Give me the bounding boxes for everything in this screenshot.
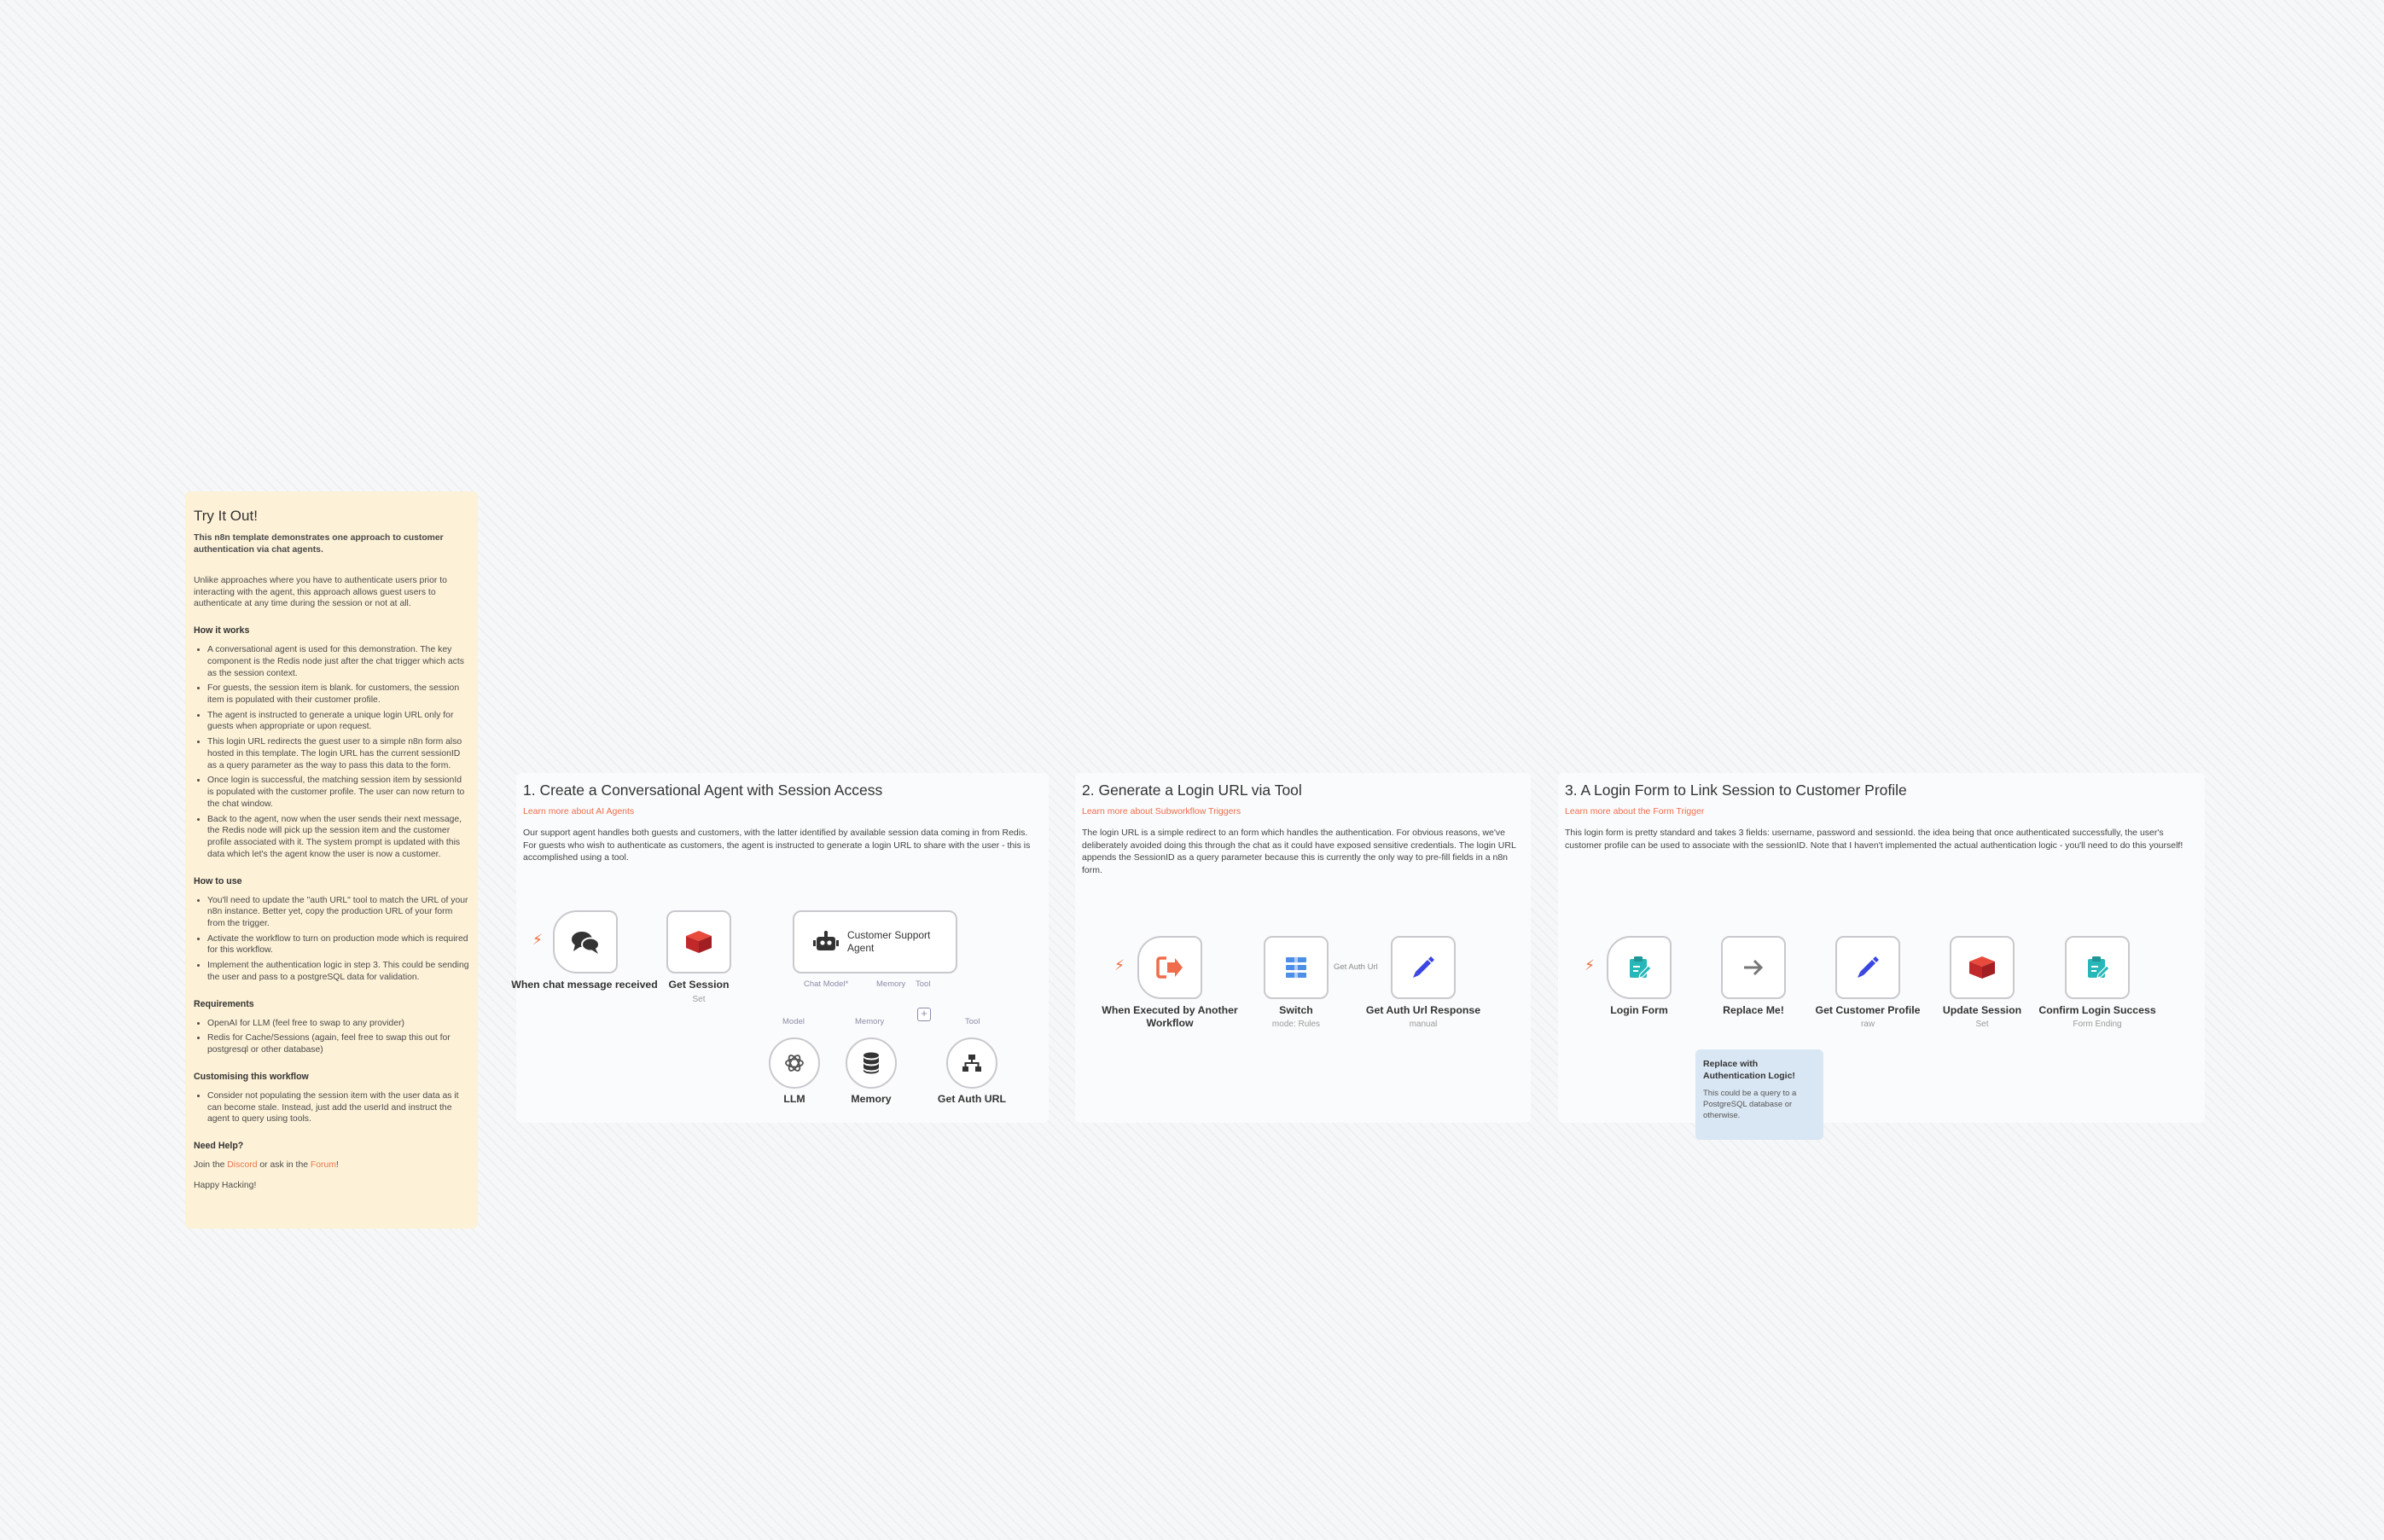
customising-list: Consider not populating the session item… xyxy=(194,1090,469,1125)
replace-me-node[interactable] xyxy=(1721,936,1786,999)
section-description: The login URL is a simple redirect to an… xyxy=(1082,828,1516,876)
update-session-node[interactable] xyxy=(1950,936,2015,999)
help-prefix: Join the xyxy=(194,1159,228,1170)
how-it-works-list: A conversational agent is used for this … xyxy=(194,644,469,860)
node-label: Get Session xyxy=(668,979,730,991)
how-to-use-list: You'll need to update the "auth URL" too… xyxy=(194,895,469,984)
auth-response-node[interactable] xyxy=(1391,936,1456,999)
database-icon xyxy=(863,1052,879,1074)
form-icon xyxy=(1630,956,1652,979)
login-form-node[interactable] xyxy=(1607,936,1672,999)
learn-more-link[interactable]: Learn more about Subworkflow Triggers xyxy=(1082,806,1524,816)
help-mid: or ask in the xyxy=(257,1159,311,1170)
list-item: The agent is instructed to generate a un… xyxy=(207,710,469,733)
note-intro: Unlike approaches where you have to auth… xyxy=(194,575,447,609)
list-item: For guests, the session item is blank. f… xyxy=(207,683,469,706)
get-session-node[interactable] xyxy=(666,910,731,973)
memory-node[interactable] xyxy=(846,1037,897,1089)
trigger-bolt-icon: ⚡︎ xyxy=(1584,957,1595,973)
need-help-heading: Need Help? xyxy=(194,1141,244,1152)
list-item: Consider not populating the session item… xyxy=(207,1090,469,1125)
port-label: Tool xyxy=(916,979,931,989)
list-item: Once login is successful, the matching s… xyxy=(207,775,469,810)
node-subtitle: mode: Rules xyxy=(1271,1020,1321,1029)
pencil-icon xyxy=(1858,956,1879,978)
chat-trigger-node[interactable] xyxy=(553,910,618,973)
requirements-list: OpenAI for LLM (feel free to swap to any… xyxy=(194,1018,469,1056)
try-it-out-note[interactable]: Try It Out! This n8n template demonstrat… xyxy=(185,491,478,1229)
customer-support-agent-node[interactable]: Customer Support Agent xyxy=(793,910,957,973)
pencil-icon xyxy=(1413,956,1434,978)
forum-link[interactable]: Forum xyxy=(311,1160,336,1170)
list-item: This login URL redirects the guest user … xyxy=(207,736,469,771)
list-item: Redis for Cache/Sessions (again, feel fr… xyxy=(207,1032,469,1055)
llm-node[interactable] xyxy=(769,1037,820,1089)
replace-auth-logic-note[interactable]: Replace with Authentication Logic! This … xyxy=(1695,1049,1823,1140)
discord-link[interactable]: Discord xyxy=(227,1160,257,1170)
node-label: Get Auth URL xyxy=(937,1093,1007,1105)
node-label: Get Auth Url Response xyxy=(1365,1004,1481,1016)
robot-icon xyxy=(813,931,839,950)
sitemap-icon xyxy=(962,1055,981,1072)
get-auth-url-node[interactable] xyxy=(946,1037,997,1089)
list-item: Back to the agent, now when the user sen… xyxy=(207,814,469,861)
note-title: Try It Out! xyxy=(194,508,258,524)
list-item: You'll need to update the "auth URL" too… xyxy=(207,895,469,930)
switch-node[interactable] xyxy=(1264,936,1329,999)
redis-icon xyxy=(1969,956,1995,979)
list-item: A conversational agent is used for this … xyxy=(207,644,469,679)
list-item: OpenAI for LLM (feel free to swap to any… xyxy=(207,1018,469,1030)
help-suffix: ! xyxy=(335,1159,339,1170)
section-description: This login form is pretty standard and t… xyxy=(1565,828,2183,851)
node-label: Customer Support Agent xyxy=(847,929,931,954)
form-icon xyxy=(2088,956,2110,979)
execute-workflow-trigger-node[interactable] xyxy=(1137,936,1202,999)
node-label: Confirm Login Success xyxy=(2038,1004,2156,1016)
openai-icon xyxy=(785,1055,804,1072)
arrow-right-icon xyxy=(1744,959,1764,976)
section-title: 3. A Login Form to Link Session to Custo… xyxy=(1565,782,1907,799)
edge-label: Get Auth Url xyxy=(1332,962,1380,972)
trigger-bolt-icon: ⚡︎ xyxy=(1114,957,1125,973)
note-title: Replace with Authentication Logic! xyxy=(1703,1059,1795,1082)
get-customer-profile-node[interactable] xyxy=(1835,936,1900,999)
list-item: Implement the authentication logic in st… xyxy=(207,960,469,983)
redis-icon xyxy=(686,931,712,953)
section-title: 2. Generate a Login URL via Tool xyxy=(1082,782,1302,799)
customising-heading: Customising this workflow xyxy=(194,1071,309,1082)
chat-bubbles-icon xyxy=(572,932,600,954)
sign-off: Happy Hacking! xyxy=(194,1180,257,1190)
help-text: Join the Discord or ask in the Forum! xyxy=(194,1159,469,1171)
node-subtitle: Form Ending xyxy=(2073,1020,2122,1029)
node-subtitle: manual xyxy=(1409,1020,1438,1029)
note-lead: This n8n template demonstrates one appro… xyxy=(194,533,444,555)
port-label: Chat Model* xyxy=(804,979,849,989)
trigger-bolt-icon: ⚡︎ xyxy=(532,932,543,948)
learn-more-link[interactable]: Learn more about the Form Trigger xyxy=(1565,806,2198,816)
switch-icon xyxy=(1286,956,1306,979)
note-body: This could be a query to a PostgreSQL da… xyxy=(1703,1089,1797,1120)
list-item: Activate the workflow to turn on product… xyxy=(207,933,469,956)
node-subtitle: Set xyxy=(692,995,706,1004)
how-it-works-heading: How it works xyxy=(194,625,250,636)
section-title: 1. Create a Conversational Agent with Se… xyxy=(523,782,883,799)
how-to-use-heading: How to use xyxy=(194,875,242,886)
port-label: Tool xyxy=(965,1017,980,1026)
requirements-heading: Requirements xyxy=(194,998,254,1009)
port-label: Memory xyxy=(855,1017,885,1026)
port-label: Memory xyxy=(876,979,906,989)
sign-in-icon xyxy=(1156,956,1183,979)
port-label: Model xyxy=(782,1017,805,1026)
add-tool-button[interactable]: + xyxy=(917,1008,931,1021)
confirm-login-node[interactable] xyxy=(2065,936,2130,999)
section-description: Our support agent handles both guests an… xyxy=(523,828,1031,863)
learn-more-link[interactable]: Learn more about AI Agents xyxy=(523,806,1042,816)
